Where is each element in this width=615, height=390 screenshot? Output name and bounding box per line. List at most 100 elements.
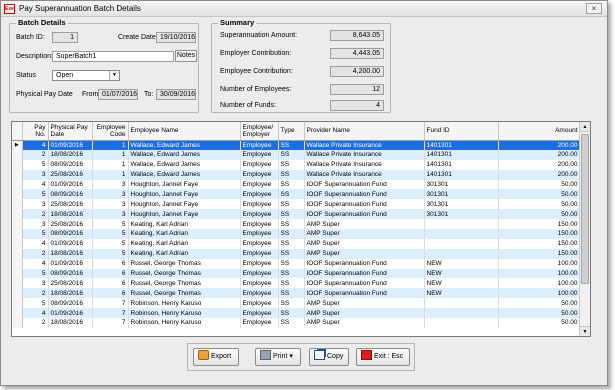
cell-employee-employer: Employee — [240, 199, 279, 210]
column-header-fund-id[interactable]: Fund ID — [424, 122, 499, 141]
row-indicator[interactable] — [12, 209, 23, 220]
row-indicator[interactable] — [12, 189, 23, 200]
cell-provider-name: IOOF Superannuation Fund — [304, 268, 425, 279]
cell-employee-name: Robinson, Henry Karuso — [128, 308, 241, 319]
table-row[interactable]: 5 08/09/2016 3 Houghton, Jannet Faye Employe… — [12, 189, 581, 200]
cell-type: SS — [278, 229, 305, 239]
cell-physical-pay-date: 01/09/2016 — [48, 140, 93, 150]
status-select[interactable]: Open ▼ — [52, 70, 120, 81]
table-row[interactable]: 3 25/08/2016 1 Wallace, Edward James Employe… — [12, 169, 581, 180]
notes-button[interactable]: Notes — [175, 50, 197, 62]
cell-amount: 150.00 — [498, 219, 581, 230]
vertical-scrollbar[interactable]: ▲ ▼ — [579, 122, 590, 336]
row-indicator[interactable] — [12, 258, 23, 269]
column-header-amount[interactable]: Amount — [498, 122, 581, 141]
cell-type: SS — [278, 278, 305, 289]
column-header-type[interactable]: Type — [278, 122, 305, 141]
cell-type: SS — [278, 149, 305, 160]
table-row[interactable]: 5 08/09/2016 1 Wallace, Edward James Employe… — [12, 159, 581, 170]
print-button[interactable]: Print ▾ — [255, 348, 301, 366]
cell-physical-pay-date: 01/09/2016 — [48, 238, 93, 249]
column-header-provider-name[interactable]: Provider Name — [304, 122, 425, 141]
cell-employee-code: 5 — [92, 219, 129, 230]
close-button[interactable]: × — [586, 3, 602, 14]
cell-employee-name: Houghton, Jannet Faye — [128, 199, 241, 210]
row-indicator[interactable] — [12, 219, 23, 230]
cell-employee-name: Russel, George Thomas — [128, 278, 241, 289]
cell-type: SS — [278, 308, 305, 319]
row-indicator[interactable] — [12, 278, 23, 289]
table-row[interactable]: 3 25/08/2016 5 Keating, Karl Adrian Employee… — [12, 219, 581, 230]
cell-employee-name: Wallace, Edward James — [128, 149, 241, 160]
copy-button[interactable]: Copy — [309, 348, 349, 366]
row-indicator[interactable] — [12, 199, 23, 210]
row-indicator[interactable] — [12, 308, 23, 319]
cell-fund-id — [424, 308, 499, 319]
table-row[interactable]: 5 08/09/2016 6 Russel, George Thomas Employe… — [12, 268, 581, 279]
table-row[interactable]: 2 18/08/2016 1 Wallace, Edward James Employe… — [12, 149, 581, 160]
table-row[interactable]: 5 08/09/2016 5 Keating, Karl Adrian Employee… — [12, 229, 581, 239]
table-row[interactable]: 4 01/09/2016 7 Robinson, Henry Karuso Employ… — [12, 308, 581, 319]
row-indicator[interactable] — [12, 179, 23, 190]
table-row[interactable]: ▶ 4 01/09/2016 1 Wallace, Edward James Employ… — [12, 140, 581, 150]
cell-amount: 50.00 — [498, 189, 581, 200]
cell-amount: 150.00 — [498, 238, 581, 249]
cell-provider-name: AMP Super — [304, 308, 425, 319]
table-row[interactable]: 2 18/08/2016 3 Houghton, Jannet Faye Employe… — [12, 209, 581, 220]
employer-contribution-label: Employer Contribution: — [220, 50, 292, 57]
row-indicator[interactable] — [12, 238, 23, 249]
scroll-up-icon[interactable]: ▲ — [580, 122, 590, 132]
cell-employee-name: Russel, George Thomas — [128, 268, 241, 279]
superannuation-grid[interactable]: Pay No. Physical Pay Date Employee Code … — [11, 121, 591, 337]
scrollbar-thumb[interactable] — [581, 134, 589, 284]
table-row[interactable]: 5 08/09/2016 7 Robinson, Henry Karuso Employ… — [12, 298, 581, 309]
copy-label: Copy — [327, 353, 344, 360]
table-row[interactable]: 3 25/08/2016 3 Houghton, Jannet Faye Employe… — [12, 199, 581, 210]
row-pointer-icon[interactable]: ▶ — [12, 140, 23, 150]
column-header-employee-employer[interactable]: Employee/ Employer — [240, 122, 279, 141]
table-row[interactable]: 4 01/09/2016 3 Houghton, Jannet Faye Employe… — [12, 179, 581, 190]
cell-physical-pay-date: 01/09/2016 — [48, 179, 93, 190]
table-row[interactable]: 4 01/09/2016 5 Keating, Karl Adrian Employee… — [12, 238, 581, 249]
cell-amount: 150.00 — [498, 248, 581, 259]
row-indicator[interactable] — [12, 169, 23, 180]
column-header-pay-no[interactable]: Pay No. — [22, 122, 49, 141]
cell-pay-no: 3 — [22, 278, 49, 289]
exit-button[interactable]: Exit : Esc — [356, 348, 410, 366]
table-row[interactable]: 2 18/08/2016 5 Keating, Karl Adrian Employee… — [12, 248, 581, 259]
row-indicator[interactable] — [12, 248, 23, 259]
table-row[interactable]: 4 01/09/2016 6 Russel, George Thomas Employe… — [12, 258, 581, 269]
column-header-employee-name[interactable]: Employee Name — [128, 122, 241, 141]
column-header-physical-pay-date[interactable]: Physical Pay Date — [48, 122, 93, 141]
cell-employee-employer: Employee — [240, 288, 279, 299]
cell-provider-name: IOOF Superannuation Fund — [304, 258, 425, 269]
table-row[interactable]: 2 18/08/2016 6 Russel, George Thomas Employe… — [12, 288, 581, 299]
cell-amount: 100.00 — [498, 258, 581, 269]
description-input[interactable]: SuperBatch1 — [52, 51, 174, 62]
cell-fund-id: 301301 — [424, 199, 499, 210]
grid-header-row: Pay No. Physical Pay Date Employee Code … — [12, 122, 581, 141]
cell-employee-name: Houghton, Jannet Faye — [128, 189, 241, 200]
row-indicator[interactable] — [12, 159, 23, 170]
table-row[interactable]: 2 18/08/2016 7 Robinson, Henry Karuso Employ… — [12, 318, 581, 328]
cell-employee-code: 1 — [92, 149, 129, 160]
chevron-down-icon[interactable]: ▼ — [109, 71, 119, 80]
exit-label: Exit : Esc — [374, 353, 404, 360]
row-indicator[interactable] — [12, 229, 23, 239]
row-indicator[interactable] — [12, 288, 23, 299]
column-header-employee-code[interactable]: Employee Code — [92, 122, 129, 141]
cell-fund-id — [424, 238, 499, 249]
row-indicator[interactable] — [12, 268, 23, 279]
cell-fund-id: NEW — [424, 268, 499, 279]
batch-details-legend: Batch Details — [16, 18, 68, 27]
title-bar: Exe Pay Superannuation Batch Details × — [1, 1, 607, 17]
export-button[interactable]: Export — [193, 348, 239, 366]
number-of-employees-field: 12 — [330, 84, 384, 95]
cell-physical-pay-date: 18/08/2016 — [48, 288, 93, 299]
row-indicator[interactable] — [12, 298, 23, 309]
scroll-down-icon[interactable]: ▼ — [580, 326, 590, 336]
table-row[interactable]: 3 25/08/2016 6 Russel, George Thomas Employe… — [12, 278, 581, 289]
row-indicator[interactable] — [12, 149, 23, 160]
cell-type: SS — [278, 238, 305, 249]
row-indicator[interactable] — [12, 318, 23, 328]
